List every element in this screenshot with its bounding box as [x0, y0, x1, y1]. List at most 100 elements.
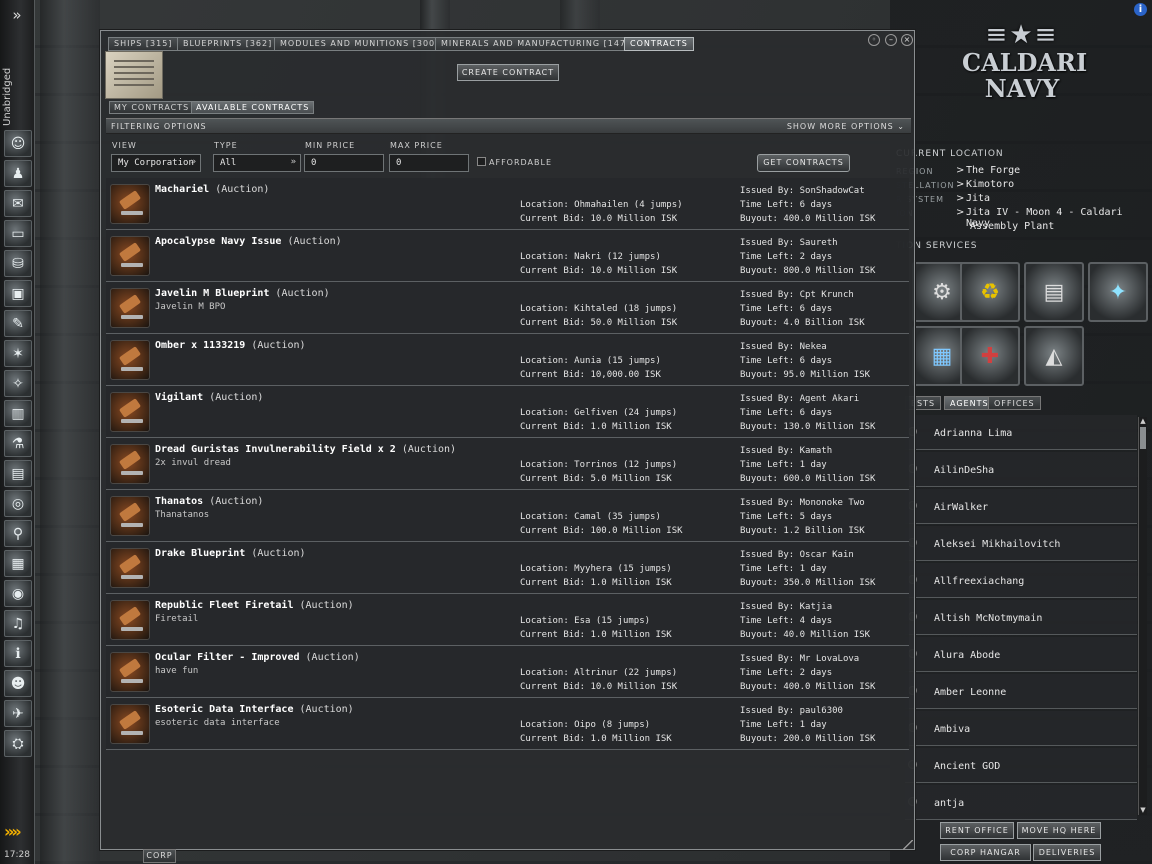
contract-row[interactable]: Republic Fleet Firetail (Auction) Firetai…: [106, 594, 909, 646]
agent-row[interactable]: Ancient GOD: [905, 748, 1137, 783]
agent-row[interactable]: Aleksei Mikhailovitch: [905, 526, 1137, 561]
map-icon[interactable]: ✶: [4, 340, 32, 367]
contract-row[interactable]: Thanatos (Auction) Thanatanos Location: Ca…: [106, 490, 909, 542]
journal-icon[interactable]: ▦: [4, 550, 32, 577]
contract-row[interactable]: Machariel (Auction) Location: Ohmahailen …: [106, 178, 909, 230]
info-icon[interactable]: ◦: [868, 34, 880, 46]
portrait-icon[interactable]: ☻: [4, 670, 32, 697]
science-service-button[interactable]: ✦: [1088, 262, 1148, 322]
contract-issuer-info: Issued By: Mononoke Two Time Left: 5 days…: [740, 496, 865, 538]
tab-blueprints[interactable]: BLUEPRINTS [362]: [177, 37, 279, 51]
max-price-input[interactable]: 0: [389, 154, 469, 172]
auction-gavel-icon: [110, 236, 150, 276]
contract-row[interactable]: Omber x 1133219 (Auction) Location: Aunia…: [106, 334, 909, 386]
contract-issuer-info: Issued By: Oscar Kain Time Left: 1 day Buy…: [740, 548, 875, 590]
info-icon[interactable]: i: [1134, 3, 1147, 16]
contract-issuer: Issued By: Mr LovaLova: [740, 654, 860, 664]
people-icon[interactable]: ♟: [4, 160, 32, 187]
contract-list: Machariel (Auction) Location: Ohmahailen …: [106, 178, 909, 750]
get-contracts-button[interactable]: GET CONTRACTS: [757, 154, 850, 172]
location-value[interactable]: Kimotoro: [966, 179, 1014, 190]
reprocessing-service-button[interactable]: ♻: [960, 262, 1020, 322]
contract-row[interactable]: Dread Guristas Invulnerability Field x 2…: [106, 438, 909, 490]
tab-available-contracts[interactable]: AVAILABLE CONTRACTS: [191, 101, 315, 114]
inventory-icon[interactable]: ▥: [4, 400, 32, 427]
contract-time-left: Time Left: 6 days: [740, 408, 833, 418]
double-chevron-right-icon[interactable]: »: [4, 4, 30, 26]
audio-icon[interactable]: ♫: [4, 610, 32, 637]
contract-time-left: Time Left: 6 days: [740, 200, 833, 210]
contract-buyout: Buyout: 350.0 Million ISK: [740, 578, 876, 588]
close-icon[interactable]: ×: [901, 34, 913, 46]
notepad-icon[interactable]: ▭: [4, 220, 32, 247]
science-icon[interactable]: ⚗: [4, 430, 32, 457]
contract-row[interactable]: Javelin M Blueprint (Auction) Javelin M B…: [106, 282, 909, 334]
contract-row[interactable]: Drake Blueprint (Auction) Location: Myyhe…: [106, 542, 909, 594]
tab-my-contracts[interactable]: MY CONTRACTS: [109, 101, 195, 114]
agent-row[interactable]: Alura Abode: [905, 637, 1137, 672]
location-value[interactable]: Jita: [966, 193, 990, 204]
scroll-thumb[interactable]: [1140, 427, 1146, 449]
agent-row[interactable]: AirWalker: [905, 489, 1137, 524]
tab-offices[interactable]: OFFICES: [988, 396, 1041, 410]
agent-row[interactable]: Amber Leonne: [905, 674, 1137, 709]
type-select[interactable]: All »: [213, 154, 301, 172]
corp-chat-tab[interactable]: CORP: [143, 849, 176, 863]
corp-logo: ≡★≡ CALDARI NAVY: [962, 20, 1087, 130]
scroll-down-icon[interactable]: ▼: [1139, 806, 1147, 814]
character-icon[interactable]: ☺: [4, 130, 32, 157]
chevron-down-icon: »: [290, 157, 296, 167]
medical-service-button[interactable]: ✚: [960, 326, 1020, 386]
agent-row[interactable]: Ambiva: [905, 711, 1137, 746]
assets-icon[interactable]: ⛁: [4, 250, 32, 277]
wallet-icon[interactable]: ▤: [4, 460, 32, 487]
create-contract-button[interactable]: CREATE CONTRACT: [457, 64, 559, 81]
contract-time-left: Time Left: 5 days: [740, 512, 833, 522]
browser-icon[interactable]: ◉: [4, 580, 32, 607]
contract-title: Drake Blueprint (Auction): [155, 548, 306, 559]
max-price-value: 0: [396, 158, 402, 168]
agent-row[interactable]: AilinDeSha: [905, 452, 1137, 487]
resize-grip-icon[interactable]: [903, 840, 913, 850]
medical-icon: ✚: [980, 343, 1000, 369]
contracts-icon[interactable]: ✎: [4, 310, 32, 337]
expand-arrows-icon[interactable]: »»: [4, 822, 22, 841]
tab-agents[interactable]: AGENTS: [944, 396, 995, 410]
drones-icon[interactable]: ⛭: [4, 730, 32, 757]
location-value[interactable]: The Forge: [966, 165, 1020, 176]
tab-minerals[interactable]: MINERALS AND MANUFACTURING [147]: [435, 37, 637, 51]
info-icon[interactable]: ℹ: [4, 640, 32, 667]
agent-row[interactable]: Altish McNotmymain: [905, 600, 1137, 635]
contract-row[interactable]: Apocalypse Navy Issue (Auction) Location:…: [106, 230, 909, 282]
min-price-input[interactable]: 0: [304, 154, 384, 172]
market-service-button[interactable]: ▤: [1024, 262, 1084, 322]
agent-row[interactable]: Adrianna Lima: [905, 415, 1137, 450]
contract-row[interactable]: Vigilant (Auction) Location: Gelfiven (24…: [106, 386, 909, 438]
affordable-checkbox[interactable]: AFFORDABLE: [477, 157, 552, 167]
tab-ships[interactable]: SHIPS [315]: [108, 37, 179, 51]
contract-row[interactable]: Esoteric Data Interface (Auction) esoteri…: [106, 698, 909, 750]
corp-hangar-button[interactable]: CORP HANGAR: [940, 844, 1031, 861]
mail-icon[interactable]: ✉: [4, 190, 32, 217]
ship-hangar-service-button[interactable]: ◭: [1024, 326, 1084, 386]
star-map-icon[interactable]: ✧: [4, 370, 32, 397]
help-lifebuoy-icon[interactable]: ◎: [4, 490, 32, 517]
show-more-options-toggle[interactable]: SHOW MORE OPTIONS ⌄: [787, 122, 905, 131]
minimize-icon[interactable]: –: [885, 34, 897, 46]
rent-office-button[interactable]: RENT OFFICE: [940, 822, 1014, 839]
agent-row[interactable]: antja: [905, 785, 1137, 820]
contract-row[interactable]: Ocular Filter - Improved (Auction) have f…: [106, 646, 909, 698]
view-select[interactable]: My Corporation »: [111, 154, 201, 172]
contract-location: Location: Altrinur (22 jumps): [520, 668, 678, 678]
agent-list-scrollbar[interactable]: ▲ ▼: [1138, 417, 1147, 815]
move-hq-button[interactable]: MOVE HQ HERE: [1017, 822, 1101, 839]
fitting-icon[interactable]: ⚲: [4, 520, 32, 547]
ship-icon[interactable]: ✈: [4, 700, 32, 727]
agent-row[interactable]: Allfreexiachang: [905, 563, 1137, 598]
contract-location: Location: Kihtaled (18 jumps): [520, 304, 678, 314]
scroll-up-icon[interactable]: ▲: [1139, 417, 1147, 425]
market-icon[interactable]: ▣: [4, 280, 32, 307]
tab-modules[interactable]: MODULES AND MUNITIONS [300]: [274, 37, 446, 51]
tab-contracts[interactable]: CONTRACTS: [624, 37, 694, 51]
deliveries-button[interactable]: DELIVERIES: [1033, 844, 1101, 861]
